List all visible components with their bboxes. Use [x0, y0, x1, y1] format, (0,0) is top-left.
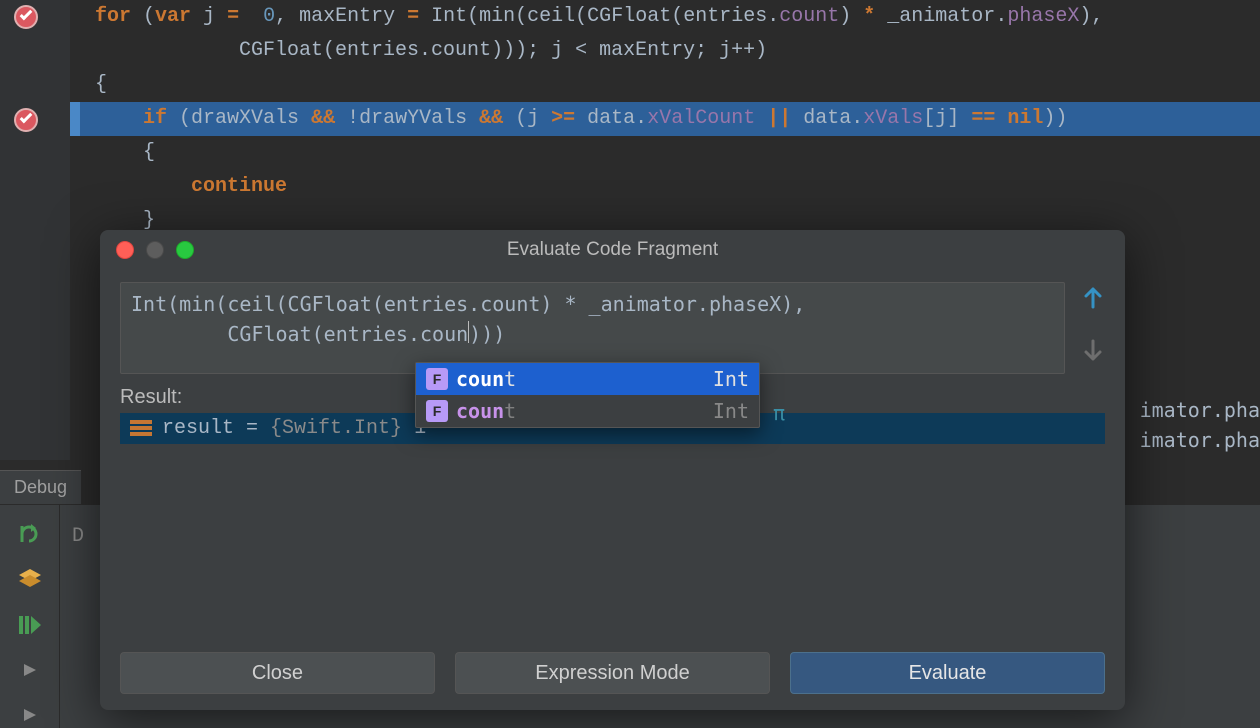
- debug-tab[interactable]: Debug: [0, 470, 81, 504]
- evaluate-dialog: Evaluate Code Fragment Int(min(ceil(CGFl…: [100, 230, 1125, 710]
- background-code-peek: imator.pha imator.pha: [1140, 395, 1260, 455]
- history-up-icon[interactable]: [1081, 286, 1105, 318]
- evaluate-button[interactable]: Evaluate: [790, 652, 1105, 694]
- code-line: {: [70, 136, 1260, 170]
- resume-icon[interactable]: [16, 611, 44, 638]
- code-line: {: [70, 68, 1260, 102]
- code-line: continue: [70, 170, 1260, 204]
- frames-icon[interactable]: [16, 566, 44, 593]
- expression-input[interactable]: Int(min(ceil(CGFloat(entries.count) * _a…: [120, 282, 1065, 374]
- breakpoint-icon[interactable]: [14, 5, 38, 29]
- dialog-titlebar: Evaluate Code Fragment: [100, 230, 1125, 270]
- autocomplete-name: count: [456, 399, 516, 423]
- step-icon[interactable]: [16, 656, 44, 683]
- autocomplete-item[interactable]: F count Int: [416, 395, 759, 427]
- field-badge-icon: F: [426, 368, 448, 390]
- autocomplete-name: count: [456, 367, 516, 391]
- autocomplete-popup: F count Int F count Int π: [415, 362, 760, 428]
- code-line: CGFloat(entries.count))); j < maxEntry; …: [70, 34, 1260, 68]
- dialog-buttons: Close Expression Mode Evaluate: [120, 652, 1105, 694]
- editor-gutter: [0, 0, 70, 460]
- result-text: result = {Swift.Int} 1: [162, 417, 426, 440]
- window-controls: [100, 241, 194, 259]
- dialog-title: Evaluate Code Fragment: [100, 239, 1125, 261]
- history-arrows: [1081, 282, 1105, 374]
- history-down-icon[interactable]: [1081, 338, 1105, 370]
- code-line-current: if (drawXVals && !drawYVals && (j >= dat…: [70, 102, 1260, 136]
- struct-icon: [130, 420, 152, 438]
- close-window-icon[interactable]: [116, 241, 134, 259]
- result-area: result = {Swift.Int} 1: [120, 413, 1105, 573]
- step-icon[interactable]: [16, 701, 44, 728]
- rerun-icon[interactable]: [16, 521, 44, 548]
- autocomplete-type: Int: [713, 367, 749, 391]
- maximize-window-icon[interactable]: [176, 241, 194, 259]
- code-line: for (var j = 0, maxEntry = Int(min(ceil(…: [70, 0, 1260, 34]
- expression-mode-button[interactable]: Expression Mode: [455, 652, 770, 694]
- autocomplete-item[interactable]: F count Int: [416, 363, 759, 395]
- field-badge-icon: F: [426, 400, 448, 422]
- pi-icon[interactable]: π: [773, 401, 785, 425]
- autocomplete-type: Int: [713, 399, 749, 423]
- breakpoint-icon[interactable]: [14, 108, 38, 132]
- close-button[interactable]: Close: [120, 652, 435, 694]
- debug-toolbar: [0, 505, 60, 728]
- minimize-window-icon[interactable]: [146, 241, 164, 259]
